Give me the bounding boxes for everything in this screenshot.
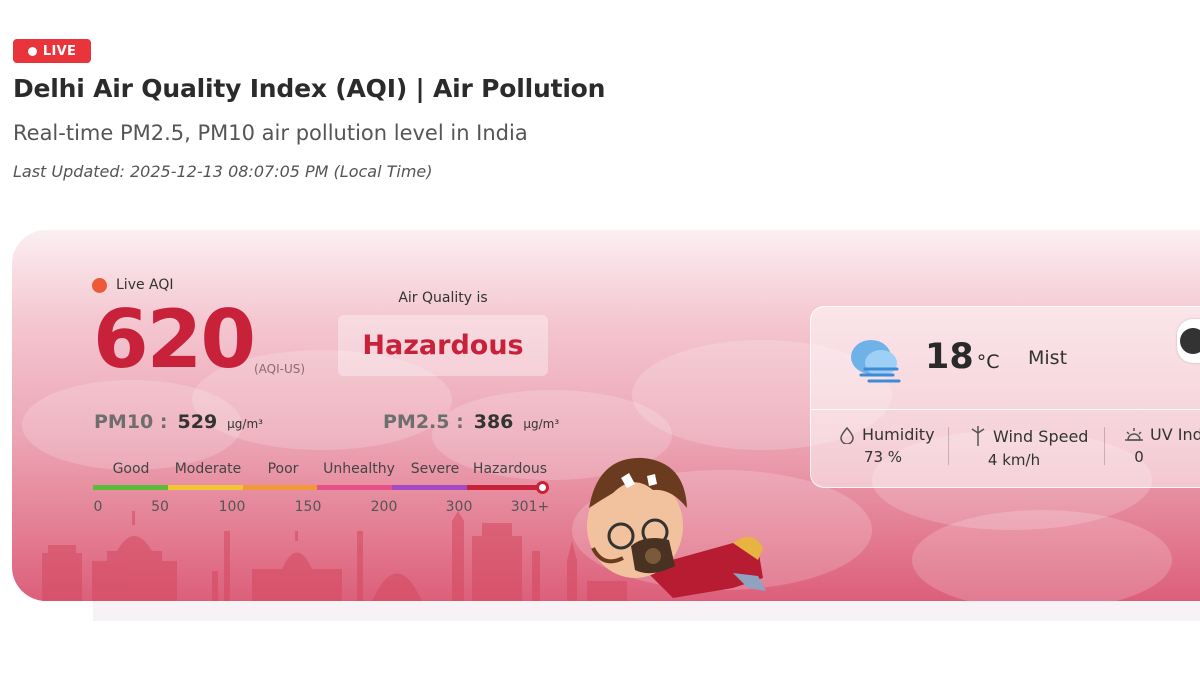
aqi-value: 620 — [93, 293, 256, 386]
page-subtitle: Real-time PM2.5, PM10 air pollution leve… — [13, 121, 528, 145]
scale-label-good: Good — [112, 461, 150, 477]
live-aqi-label: Live AQI — [92, 277, 174, 293]
live-indicator-icon — [92, 277, 107, 293]
weather-divider — [811, 409, 1200, 410]
wind-label: Wind Speed — [993, 426, 1089, 446]
pm25-value: 386 — [473, 411, 514, 433]
next-section-strip — [93, 601, 1200, 621]
humidity-icon — [840, 426, 854, 444]
pm10-unit: µg/m³ — [227, 417, 263, 431]
scale-tick: 0 — [93, 499, 103, 515]
air-quality-label: Air Quality is — [398, 290, 488, 306]
wind-value: 4 km/h — [987, 451, 1041, 469]
stat-separator — [948, 427, 949, 465]
humidity-label: Humidity — [862, 425, 935, 444]
mist-cloud-icon — [851, 340, 901, 383]
weather-condition: Mist — [1028, 347, 1068, 369]
scale-segment-severe — [392, 485, 468, 490]
scale-tick: 300 — [445, 499, 473, 515]
temperature-value: 18 — [925, 337, 974, 377]
unit-toggle[interactable] — [1177, 319, 1200, 363]
scale-label-unhealthy: Unhealthy — [323, 461, 395, 477]
scale-segment-good — [93, 485, 168, 490]
page-title: Delhi Air Quality Index (AQI) | Air Poll… — [13, 74, 606, 103]
scale-tick: 100 — [218, 499, 246, 515]
live-badge-label: LIVE — [42, 43, 77, 59]
pm10-label: PM10 : — [94, 411, 168, 433]
uv-stat: UV Ind 0 — [1124, 425, 1200, 466]
scale-segment-poor — [242, 485, 318, 490]
scale-label-hazardous: Hazardous — [472, 461, 548, 477]
last-updated: Last Updated: 2025-12-13 08:07:05 PM (Lo… — [13, 162, 433, 181]
uv-value: 0 — [1134, 448, 1144, 466]
pm10-reading: PM10 : 529 µg/m³ — [94, 411, 263, 433]
aqi-scale-bar — [93, 485, 542, 490]
scale-tick: 50 — [151, 499, 169, 515]
air-quality-status: Hazardous — [338, 315, 548, 376]
scale-tick: 150 — [294, 499, 322, 515]
scale-segment-moderate — [167, 485, 243, 490]
masked-boy-mascot-illustration — [587, 457, 766, 598]
humidity-value: 73 % — [863, 448, 903, 466]
aqi-scale-ticks: 0 50 100 150 200 300 301+ — [93, 499, 553, 519]
uv-label: UV Ind — [1150, 425, 1200, 444]
pm25-reading: PM2.5 : 386 µg/m³ — [383, 411, 559, 433]
scale-label-moderate: Moderate — [174, 461, 242, 477]
pm25-unit: µg/m³ — [523, 417, 560, 431]
temperature-unit: °C — [976, 351, 1000, 373]
uv-sun-icon — [1125, 427, 1143, 441]
scale-segment-unhealthy — [317, 485, 393, 490]
live-badge: LIVE — [13, 39, 91, 63]
stat-separator — [1104, 427, 1105, 465]
scale-tick: 301+ — [510, 499, 550, 515]
scale-label-severe: Severe — [410, 461, 460, 477]
humidity-stat: Humidity 73 % — [838, 425, 978, 466]
live-aqi-text: Live AQI — [116, 277, 174, 293]
scale-segment-hazardous — [467, 485, 542, 490]
pm25-label: PM2.5 : — [383, 411, 464, 433]
wind-turbine-icon — [971, 426, 985, 446]
aqi-unit: (AQI-US) — [254, 362, 306, 376]
scale-tick: 200 — [370, 499, 398, 515]
aqi-scale-labels: Good Moderate Poor Unhealthy Severe Haza… — [93, 461, 548, 481]
pm10-value: 529 — [177, 411, 218, 433]
scale-label-poor: Poor — [267, 461, 299, 477]
wind-stat: Wind Speed 4 km/h — [969, 425, 1109, 469]
weather-card: 18 °C Mist Humidity 73 % Wind Speed 4 km/… — [810, 306, 1200, 488]
aqi-scale-marker — [536, 481, 549, 494]
live-dot-icon — [27, 46, 37, 56]
temperature: 18 °C — [925, 337, 1000, 377]
